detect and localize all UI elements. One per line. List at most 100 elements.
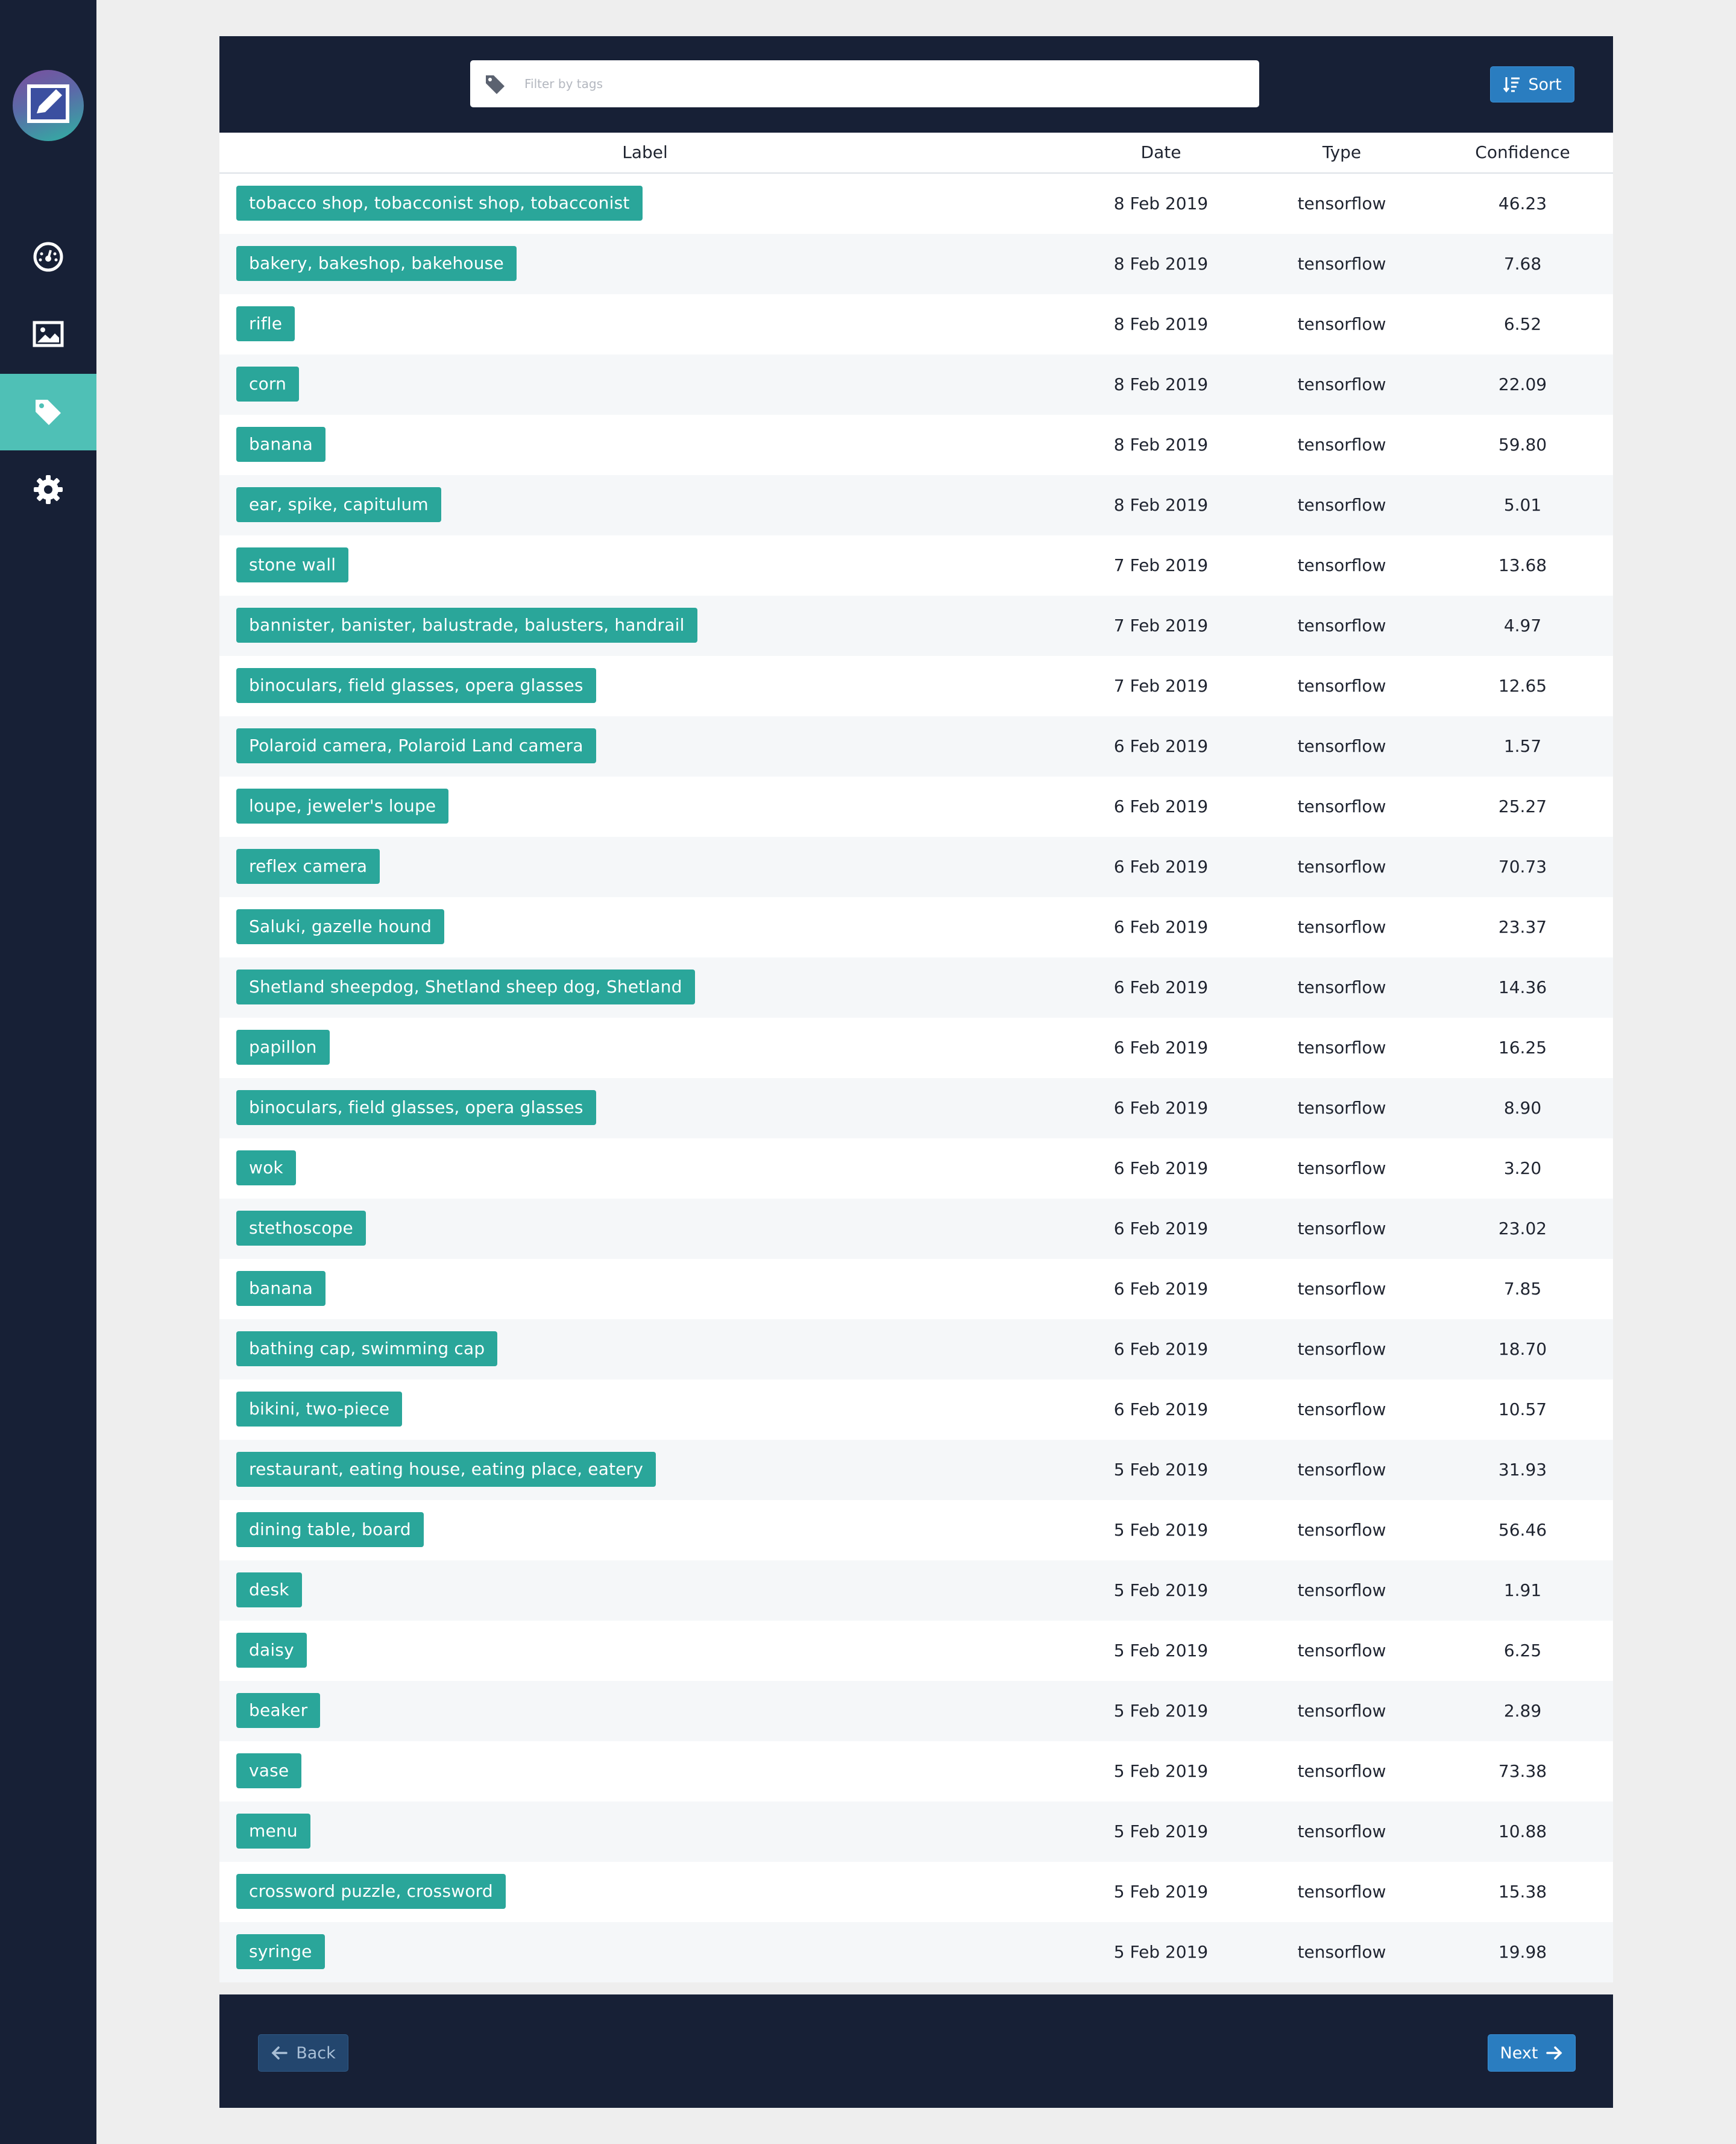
confidence-cell: 3.20 [1503,1158,1542,1178]
label-tag[interactable]: bathing cap, swimming cap [236,1331,498,1366]
table-row[interactable]: bakery, bakeshop, bakehouse 8 Feb 2019 ten… [219,234,1613,294]
date-cell: 6 Feb 2019 [1113,1158,1209,1178]
label-tag[interactable]: ear, spike, capitulum [236,487,441,522]
label-tag[interactable]: binoculars, field glasses, opera glasses [236,1090,596,1125]
table-row[interactable]: beaker 5 Feb 2019 tensorflow 2.89 [219,1681,1613,1741]
nav-dashboard[interactable] [0,218,96,295]
date-cell: 8 Feb 2019 [1113,254,1209,274]
label-tag[interactable]: rifle [236,306,295,341]
column-label[interactable]: Label [622,133,668,172]
table-row[interactable]: restaurant, eating house, eating place, … [219,1440,1613,1500]
label-tag[interactable]: vase [236,1753,302,1788]
back-button[interactable]: Back [258,2034,348,2072]
date-cell: 6 Feb 2019 [1113,977,1209,997]
column-confidence[interactable]: Confidence [1475,133,1570,172]
label-tag[interactable]: menu [236,1814,310,1849]
nav-images[interactable] [0,295,96,372]
label-tag[interactable]: daisy [236,1633,307,1668]
confidence-cell: 15.38 [1498,1882,1547,1902]
label-tag[interactable]: papillon [236,1030,330,1065]
table-row[interactable]: Saluki, gazelle hound 6 Feb 2019 tensorflo… [219,897,1613,957]
type-cell: tensorflow [1297,1580,1386,1600]
table-row[interactable]: binoculars, field glasses, opera glasses… [219,656,1613,716]
table-row[interactable]: stethoscope 6 Feb 2019 tensorflow 23.02 [219,1199,1613,1259]
label-tag[interactable]: binoculars, field glasses, opera glasses [236,668,596,703]
date-cell: 5 Feb 2019 [1113,1580,1209,1600]
table-row[interactable]: binoculars, field glasses, opera glasses… [219,1078,1613,1138]
table-row[interactable]: dining table, board 5 Feb 2019 tensorflow 5… [219,1500,1613,1560]
label-tag[interactable]: stone wall [236,547,349,582]
table-row[interactable]: bathing cap, swimming cap 6 Feb 2019 tenso… [219,1319,1613,1379]
table-row[interactable]: menu 5 Feb 2019 tensorflow 10.88 [219,1802,1613,1862]
type-cell: tensorflow [1297,1942,1386,1962]
label-tag[interactable]: syringe [236,1934,325,1969]
table-row[interactable]: desk 5 Feb 2019 tensorflow 1.91 [219,1560,1613,1621]
type-cell: tensorflow [1297,1158,1386,1178]
date-cell: 6 Feb 2019 [1113,1098,1209,1118]
tag-filter[interactable] [470,60,1259,107]
label-tag[interactable]: bakery, bakeshop, bakehouse [236,246,517,281]
label-tag[interactable]: wok [236,1150,296,1185]
table-row[interactable]: crossword puzzle, crossword 5 Feb 2019 ten… [219,1862,1613,1922]
table-row[interactable]: daisy 5 Feb 2019 tensorflow 6.25 [219,1621,1613,1681]
table-row[interactable]: loupe, jeweler's loupe 6 Feb 2019 tensorfl… [219,777,1613,837]
table-row[interactable]: bannister, banister, balustrade, baluste… [219,596,1613,656]
nav-tags[interactable] [0,374,96,450]
label-tag[interactable]: Saluki, gazelle hound [236,909,445,944]
label-tag[interactable]: banana [236,1271,326,1306]
confidence-cell: 19.98 [1498,1942,1547,1962]
date-cell: 8 Feb 2019 [1113,435,1209,455]
table-row[interactable]: stone wall 7 Feb 2019 tensorflow 13.68 [219,535,1613,596]
confidence-cell: 1.91 [1503,1580,1542,1600]
type-cell: tensorflow [1297,1821,1386,1841]
pagination: Back Next [219,1994,1613,2108]
filter-by-tags-input[interactable] [523,65,1237,102]
table-row[interactable]: reflex camera 6 Feb 2019 tensorflow 70.73 [219,837,1613,897]
label-tag[interactable]: bikini, two-piece [236,1392,403,1427]
table-row[interactable]: Shetland sheepdog, Shetland sheep dog, S… [219,957,1613,1018]
table-row[interactable]: corn 8 Feb 2019 tensorflow 22.09 [219,355,1613,415]
confidence-cell: 18.70 [1498,1339,1547,1359]
table-row[interactable]: tobacco shop, tobacconist shop, tobaccon… [219,174,1613,234]
type-cell: tensorflow [1297,857,1386,877]
table-row[interactable]: bikini, two-piece 6 Feb 2019 tensorflow 10.… [219,1379,1613,1440]
confidence-cell: 23.02 [1498,1219,1547,1238]
label-tag[interactable]: banana [236,427,326,462]
table-row[interactable]: Polaroid camera, Polaroid Land camera 6 F… [219,716,1613,777]
label-tag[interactable]: corn [236,367,300,402]
table-row[interactable]: banana 6 Feb 2019 tensorflow 7.85 [219,1259,1613,1319]
column-type[interactable]: Type [1322,133,1361,172]
nav-settings[interactable] [0,451,96,528]
next-button[interactable]: Next [1488,2034,1576,2072]
date-cell: 6 Feb 2019 [1113,736,1209,756]
sort-button[interactable]: Sort [1490,66,1574,102]
label-tag[interactable]: reflex camera [236,849,380,884]
label-tag[interactable]: tobacco shop, tobacconist shop, tobaccon… [236,186,643,221]
type-cell: tensorflow [1297,1761,1386,1781]
table-row[interactable]: syringe 5 Feb 2019 tensorflow 19.98 [219,1922,1613,1982]
label-tag[interactable]: Polaroid camera, Polaroid Land camera [236,728,596,763]
confidence-cell: 10.57 [1498,1399,1547,1419]
confidence-cell: 12.65 [1498,676,1547,696]
label-tag[interactable]: bannister, banister, balustrade, baluste… [236,608,697,643]
app-logo[interactable] [13,70,84,141]
date-cell: 6 Feb 2019 [1113,1279,1209,1299]
type-cell: tensorflow [1297,495,1386,515]
label-tag[interactable]: loupe, jeweler's loupe [236,789,449,824]
table-row[interactable]: banana 8 Feb 2019 tensorflow 59.80 [219,415,1613,475]
label-tag[interactable]: crossword puzzle, crossword [236,1874,506,1909]
table-row[interactable]: rifle 8 Feb 2019 tensorflow 6.52 [219,294,1613,355]
confidence-cell: 4.97 [1503,616,1542,635]
label-tag[interactable]: restaurant, eating house, eating place, … [236,1452,656,1487]
dashboard-icon [33,242,63,271]
table-row[interactable]: vase 5 Feb 2019 tensorflow 73.38 [219,1741,1613,1802]
table-row[interactable]: wok 6 Feb 2019 tensorflow 3.20 [219,1138,1613,1199]
label-tag[interactable]: Shetland sheepdog, Shetland sheep dog, S… [236,970,695,1004]
table-row[interactable]: ear, spike, capitulum 8 Feb 2019 tensorflo… [219,475,1613,535]
table-row[interactable]: papillon 6 Feb 2019 tensorflow 16.25 [219,1018,1613,1078]
label-tag[interactable]: dining table, board [236,1512,424,1547]
label-tag[interactable]: stethoscope [236,1211,366,1246]
label-tag[interactable]: beaker [236,1693,321,1728]
label-tag[interactable]: desk [236,1572,302,1607]
column-date[interactable]: Date [1141,133,1181,172]
